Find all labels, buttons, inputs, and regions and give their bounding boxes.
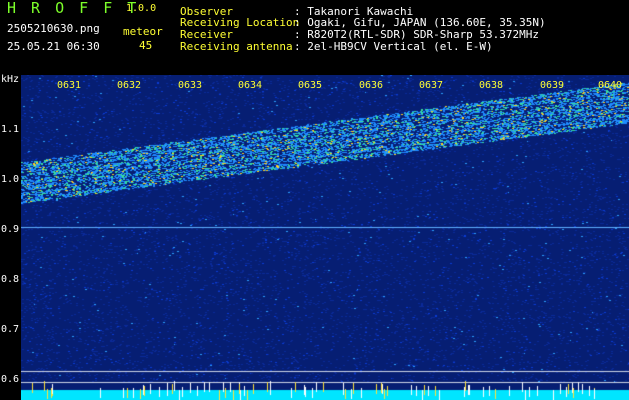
time-tick-0635: 0635 [298, 80, 323, 91]
khz-unit-label: kHz [1, 74, 20, 85]
spectrogram-canvas [21, 75, 629, 400]
app-version: 1.0.0 [126, 3, 157, 14]
time-tick-0638: 0638 [479, 80, 504, 91]
time-tick-0633: 0633 [178, 80, 203, 91]
y-tick-label-0-9: 0.9 [1, 224, 20, 235]
y-tick-label-1-1: 1.1 [1, 124, 20, 135]
meteor-count: 45 [139, 39, 153, 52]
time-tick-0639: 0639 [540, 80, 565, 91]
time-tick-0632: 0632 [117, 80, 142, 91]
y-tick-label-0-6: 0.6 [1, 374, 20, 385]
date-time: 25.05.21 06:30 [7, 40, 100, 53]
antenna-label: Receiving antenna [180, 40, 293, 53]
time-tick-0637: 0637 [419, 80, 444, 91]
time-tick-0634: 0634 [238, 80, 263, 91]
app-name: H R O F F T [7, 0, 140, 17]
y-tick-label-0-8: 0.8 [1, 274, 20, 285]
time-tick-0636: 0636 [359, 80, 384, 91]
file-name: 2505210630.png [7, 22, 100, 35]
y-tick-label-0-7: 0.7 [1, 324, 20, 335]
time-tick-0640: 0640 [598, 80, 623, 91]
meteor-label: meteor [123, 25, 163, 38]
header-panel: H R O F F T 1.0.0 2505210630.png meteor … [0, 0, 629, 75]
antenna-value: : 2el-HB9CV Vertical (el. E-W) [294, 40, 493, 53]
y-tick-label-1-0: 1.0 [1, 174, 20, 185]
time-tick-0631: 0631 [57, 80, 82, 91]
